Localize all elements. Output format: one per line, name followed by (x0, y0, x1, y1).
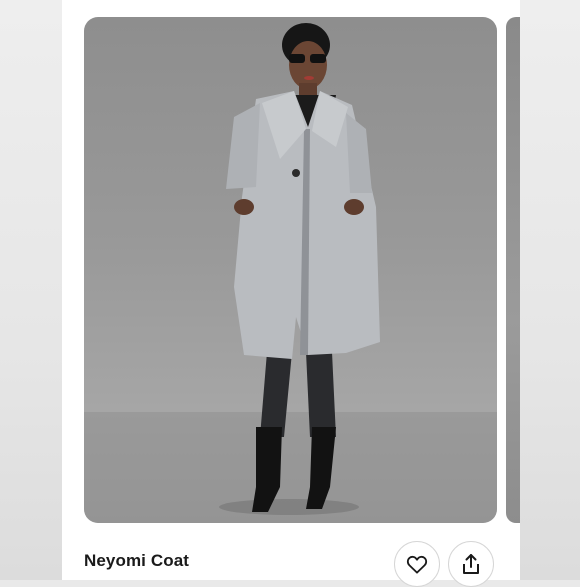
next-card-edge (520, 0, 580, 580)
product-title[interactable]: Neyomi Coat (84, 551, 189, 571)
model-illustration (84, 23, 497, 523)
share-icon (463, 554, 479, 574)
heart-icon (406, 555, 428, 574)
next-product-photo-peek[interactable] (506, 17, 520, 523)
previous-card-edge (0, 0, 62, 580)
product-photo[interactable] (84, 17, 497, 523)
share-button[interactable] (448, 541, 494, 587)
like-button[interactable] (394, 541, 440, 587)
